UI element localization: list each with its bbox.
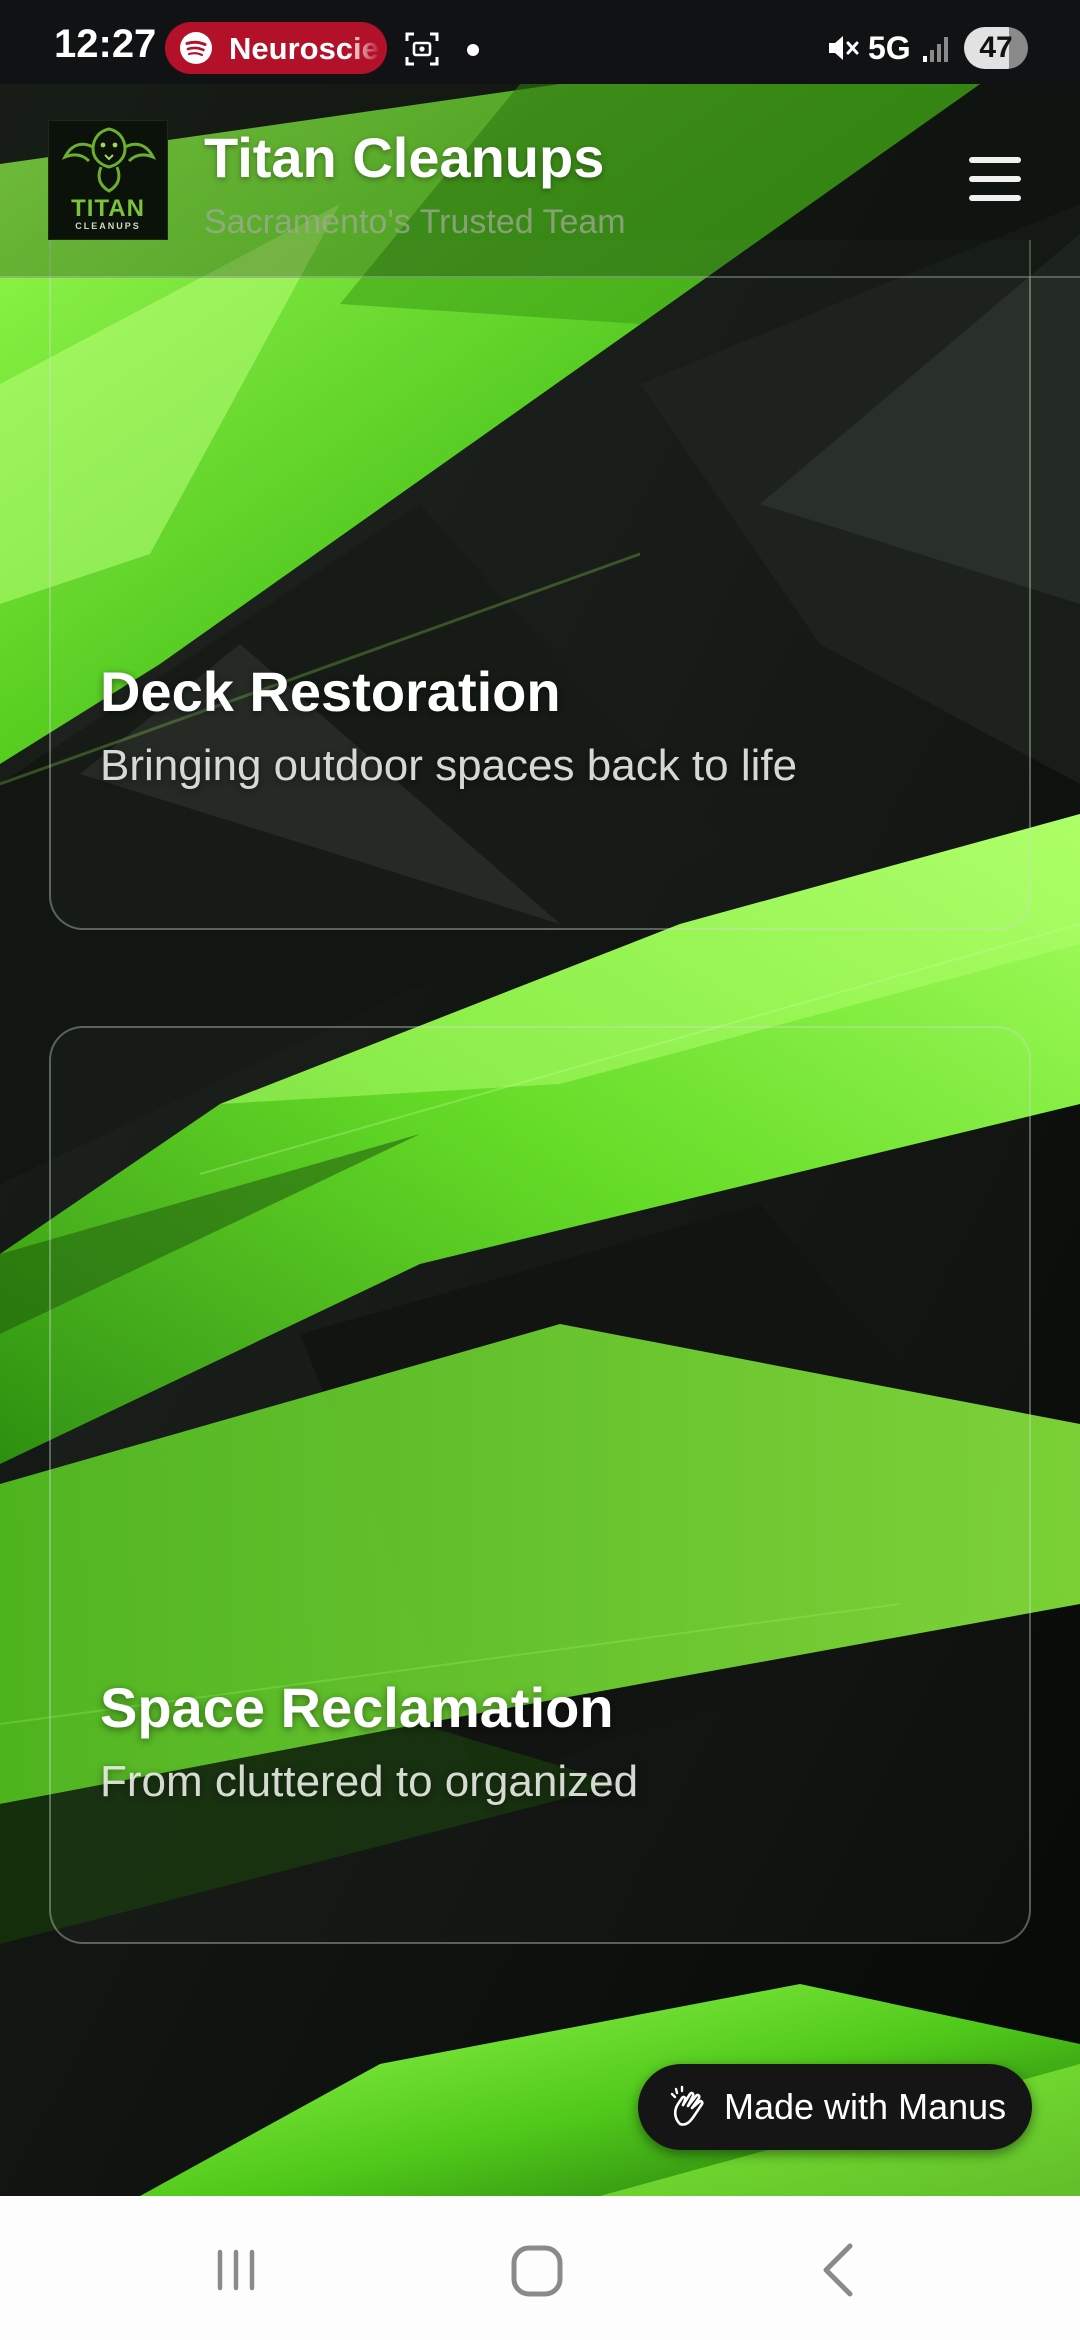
brand-tagline: Sacramento's Trusted Team xyxy=(204,203,626,241)
mute-icon xyxy=(829,36,859,60)
dragon-logo-icon xyxy=(61,127,157,193)
card-title: Deck Restoration xyxy=(100,660,561,723)
battery-level: 47 xyxy=(964,27,1028,69)
media-playing-pill[interactable]: Neuroscie xyxy=(165,22,387,74)
signal-icon xyxy=(923,37,948,62)
card-subtitle: From cluttered to organized xyxy=(100,1757,639,1806)
logo-word: TITAN xyxy=(71,195,145,222)
recents-button[interactable] xyxy=(196,2230,276,2310)
manus-badge-label: Made with Manus xyxy=(724,2086,1007,2127)
hamburger-menu-icon-bar-top xyxy=(969,157,1021,163)
recents-icon xyxy=(217,2249,255,2291)
back-button[interactable] xyxy=(800,2230,880,2310)
home-button[interactable] xyxy=(498,2230,578,2310)
back-icon xyxy=(823,2243,853,2297)
status-time: 12:27 xyxy=(54,22,157,66)
service-card-space-reclamation[interactable]: Space Reclamation From cluttered to orga… xyxy=(49,1026,1031,1944)
notification-dot xyxy=(467,44,479,56)
phone-screen: 12:27 Neuroscie 5G 47 TITAN CLEANUPS Tit… xyxy=(0,0,1080,2340)
home-icon xyxy=(511,2245,563,2297)
screenshot-icon xyxy=(405,32,439,66)
status-bar: 12:27 Neuroscie 5G 47 xyxy=(0,0,1080,84)
service-card-deck-restoration[interactable]: Deck Restoration Bringing outdoor spaces… xyxy=(49,240,1031,930)
hamburger-menu-button[interactable] xyxy=(960,144,1030,214)
spotify-icon xyxy=(180,32,212,64)
media-pill-label: Neuroscie xyxy=(229,34,379,64)
system-navigation-bar xyxy=(0,2196,1080,2340)
card-subtitle: Bringing outdoor spaces back to life xyxy=(100,741,798,790)
hamburger-menu-icon-bar-middle xyxy=(969,176,1021,182)
brand-logo[interactable]: TITAN CLEANUPS xyxy=(48,120,168,240)
brand-title[interactable]: Titan Cleanups xyxy=(204,126,604,190)
site-header: TITAN CLEANUPS Titan Cleanups Sacramento… xyxy=(0,84,1080,278)
made-with-manus-badge[interactable]: Made with Manus xyxy=(638,2064,1032,2150)
manus-hand-icon xyxy=(670,2085,704,2126)
network-type: 5G xyxy=(868,30,911,66)
hamburger-menu-icon-bar-bottom xyxy=(969,195,1021,201)
logo-subword: CLEANUPS xyxy=(75,221,141,231)
card-title: Space Reclamation xyxy=(100,1676,614,1739)
